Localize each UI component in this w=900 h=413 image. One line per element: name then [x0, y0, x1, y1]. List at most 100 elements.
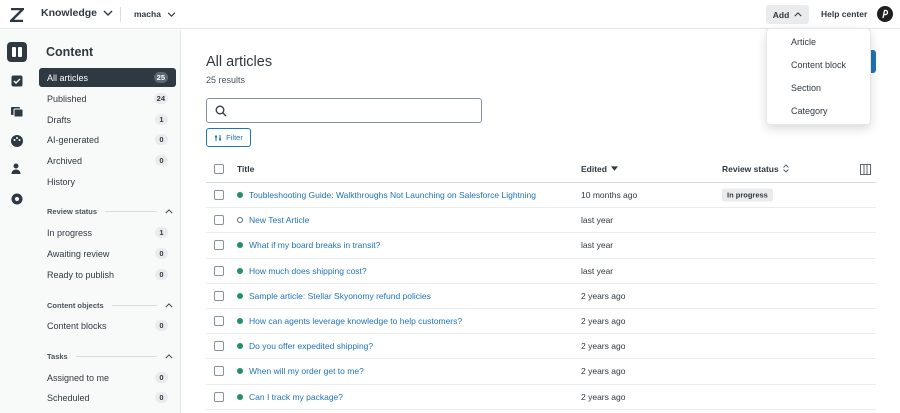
filter-button[interactable]: Filter — [206, 128, 251, 147]
section-label: Content objects — [47, 301, 104, 310]
edited-cell: 2 years ago — [581, 366, 626, 377]
sidebar-item-label: History — [47, 176, 76, 187]
row-checkbox[interactable] — [214, 316, 224, 327]
chevron-up-icon — [165, 209, 173, 214]
top-bar: Knowledge macha Add Help center — [0, 0, 900, 29]
sidebar-item-label: Drafts — [47, 114, 72, 125]
help-center-link[interactable]: Help center — [821, 9, 867, 19]
sidebar-item-archived[interactable]: Archived 0 — [39, 151, 176, 170]
row-checkbox[interactable] — [214, 240, 224, 251]
published-status-icon — [237, 192, 243, 199]
users-icon[interactable] — [10, 162, 24, 176]
sidebar-item-awaiting-review[interactable]: Awaiting review 0 — [39, 244, 176, 263]
columns-icon[interactable] — [860, 163, 871, 175]
count-badge: 0 — [155, 392, 168, 403]
sidebar-item-published[interactable]: Published 24 — [39, 89, 176, 108]
chevron-up-icon — [794, 12, 802, 17]
sidebar-item-label: Content blocks — [47, 320, 107, 331]
published-status-icon — [237, 242, 243, 249]
published-status-icon — [237, 393, 243, 400]
published-status-icon — [237, 318, 243, 325]
menu-item-article[interactable]: Article — [791, 37, 816, 47]
sidebar-item-label: Scheduled — [47, 392, 90, 403]
row-checkbox[interactable] — [214, 366, 224, 377]
review-status-section[interactable]: Review status — [47, 207, 173, 216]
gear-icon[interactable] — [10, 192, 24, 206]
table-row[interactable]: Do you offer expedited shipping? 2 years… — [206, 334, 876, 360]
count-badge: 24 — [153, 93, 168, 104]
palette-icon[interactable] — [10, 134, 24, 148]
zendesk-logo-icon[interactable] — [10, 8, 24, 22]
count-badge: 0 — [155, 320, 168, 331]
sidebar-item-ai-generated[interactable]: AI-generated 0 — [39, 130, 176, 149]
content-sidebar: Content All articles 25 Published 24 Dra… — [34, 30, 181, 413]
table-row[interactable]: When will my order get to me? 2 years ag… — [206, 359, 876, 385]
article-title-link[interactable]: Sample article: Stellar Skyonomy refund … — [249, 291, 431, 301]
row-checkbox[interactable] — [214, 215, 224, 226]
select-all-checkbox[interactable] — [214, 163, 224, 174]
tasks-section[interactable]: Tasks — [47, 352, 173, 361]
sidebar-item-label: Published — [47, 93, 87, 104]
row-checkbox[interactable] — [214, 341, 224, 352]
row-checkbox[interactable] — [214, 290, 224, 301]
brand-switcher[interactable]: macha — [134, 9, 176, 19]
avatar[interactable] — [877, 6, 893, 22]
row-checkbox[interactable] — [214, 265, 224, 276]
article-title-link[interactable]: How can agents leverage knowledge to hel… — [249, 316, 462, 326]
edited-cell: 10 months ago — [581, 190, 638, 201]
product-switcher[interactable]: Knowledge — [41, 7, 113, 19]
section-label: Tasks — [47, 352, 68, 361]
brand-name: macha — [134, 9, 161, 19]
column-header-edited[interactable]: Edited — [581, 164, 618, 174]
sidebar-item-label: Ready to publish — [47, 269, 115, 280]
divider — [75, 356, 157, 357]
article-title-link[interactable]: How much does shipping cost? — [249, 266, 367, 276]
edited-cell: last year — [581, 265, 614, 276]
product-name: Knowledge — [41, 7, 98, 19]
sidebar-item-scheduled[interactable]: Scheduled 0 — [39, 388, 176, 407]
sidebar-item-assigned-to-me[interactable]: Assigned to me 0 — [39, 368, 176, 387]
published-status-icon — [237, 343, 243, 350]
table-row[interactable]: Can I track my package? 2 years ago — [206, 385, 876, 410]
content-nav-icon[interactable] — [7, 42, 27, 62]
article-title-link[interactable]: Toubleshooting Guide: Walkthroughs Not L… — [249, 190, 536, 200]
folder-icon[interactable] — [10, 104, 24, 118]
count-badge: 0 — [155, 248, 168, 259]
sidebar-item-all-articles[interactable]: All articles 25 — [39, 68, 176, 87]
sidebar-item-content-blocks[interactable]: Content blocks 0 — [39, 316, 176, 335]
section-label: Review status — [47, 207, 98, 216]
row-checkbox[interactable] — [214, 190, 224, 201]
sidebar-item-history[interactable]: History — [39, 172, 176, 191]
published-status-icon — [237, 292, 243, 299]
sidebar-item-label: Assigned to me — [47, 372, 110, 383]
menu-item-category[interactable]: Category — [791, 106, 828, 116]
add-button[interactable]: Add — [766, 5, 809, 24]
content-objects-section[interactable]: Content objects — [47, 301, 173, 310]
table-row[interactable]: What if my board breaks in transit? last… — [206, 233, 876, 259]
sidebar-item-label: In progress — [47, 227, 93, 238]
table-row[interactable]: Sample article: Stellar Skyonomy refund … — [206, 284, 876, 309]
edited-cell: last year — [581, 215, 614, 226]
article-title-link[interactable]: What if my board breaks in transit? — [249, 240, 380, 250]
article-title-link[interactable]: New Test Article — [249, 215, 309, 225]
menu-item-content-block[interactable]: Content block — [791, 60, 846, 70]
table-row[interactable]: How much does shipping cost? last year — [206, 259, 876, 284]
sidebar-item-in-progress[interactable]: In progress 1 — [39, 223, 176, 242]
menu-item-section[interactable]: Section — [791, 83, 821, 93]
sidebar-item-label: Awaiting review — [47, 248, 110, 259]
article-title-link[interactable]: Do you offer expedited shipping? — [249, 341, 373, 351]
table-row[interactable]: How can agents leverage knowledge to hel… — [206, 309, 876, 335]
article-title-link[interactable]: Can I track my package? — [249, 392, 343, 402]
column-header-title[interactable]: Title — [237, 164, 254, 174]
table-row[interactable]: New Test Article last year — [206, 208, 876, 234]
sidebar-item-label: Archived — [47, 155, 83, 166]
search-input[interactable] — [206, 98, 482, 123]
column-header-review-status[interactable]: Review status — [722, 164, 789, 174]
row-checkbox[interactable] — [214, 391, 224, 402]
sidebar-item-drafts[interactable]: Drafts 1 — [39, 110, 176, 129]
edited-cell: 2 years ago — [581, 341, 626, 352]
checklist-icon[interactable] — [10, 74, 24, 88]
article-title-link[interactable]: When will my order get to me? — [249, 366, 364, 376]
table-row[interactable]: Toubleshooting Guide: Walkthroughs Not L… — [206, 183, 876, 209]
sidebar-item-ready-to-publish[interactable]: Ready to publish 0 — [39, 265, 176, 284]
